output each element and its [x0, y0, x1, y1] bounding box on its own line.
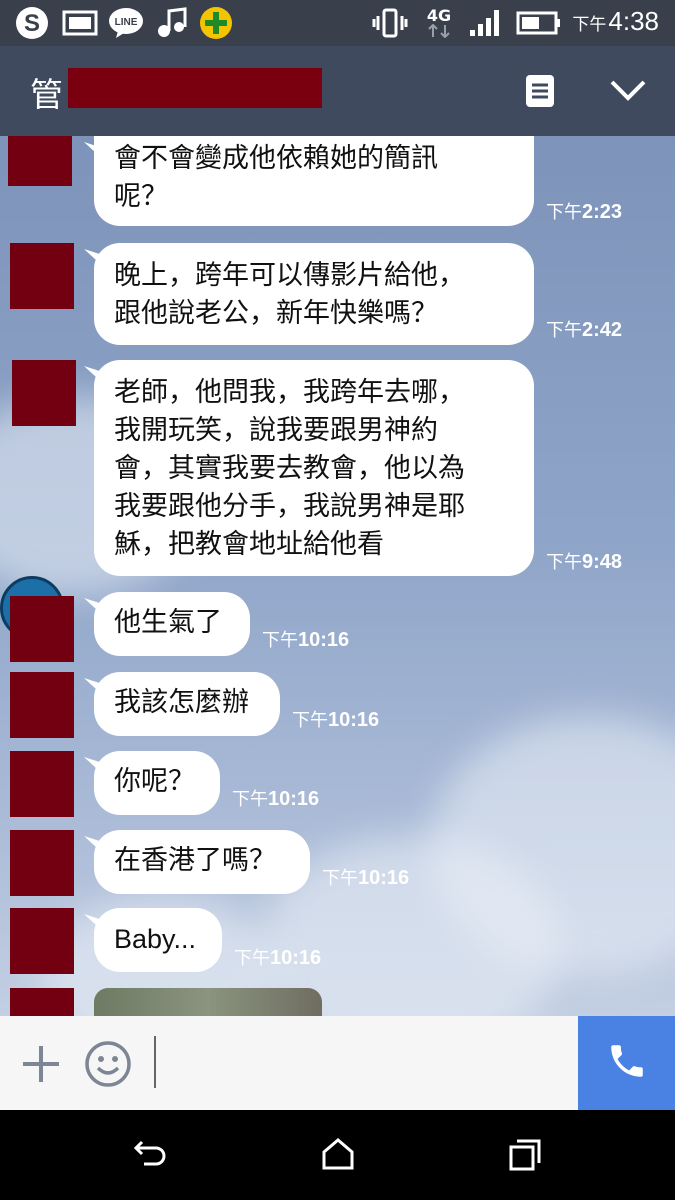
message-text: 你呢？ — [114, 766, 195, 797]
network-label: 4G — [426, 6, 452, 25]
status-bar: S LINE 4G 下午4:38 — [0, 0, 675, 46]
avatar[interactable] — [10, 243, 74, 309]
message-time: 下午10:16 — [322, 867, 410, 889]
avatar[interactable] — [10, 908, 74, 974]
skype-icon: S — [12, 7, 52, 39]
avatar[interactable] — [10, 596, 74, 662]
message-input[interactable] — [154, 1036, 156, 1088]
message-time: 下午10:16 — [292, 709, 380, 731]
notes-icon[interactable] — [524, 73, 556, 113]
recents-icon[interactable] — [508, 1138, 542, 1176]
navigation-bar — [0, 1110, 675, 1200]
message-bubble[interactable]: 你呢？ — [94, 751, 220, 815]
input-bar — [0, 1016, 675, 1110]
message-bubble[interactable]: 晚上，跨年可以傳影片給他， 跟他說老公，新年快樂嗎？ — [94, 243, 534, 345]
image-message[interactable] — [94, 988, 322, 1016]
chat-header: 管 — [0, 46, 675, 136]
avatar[interactable] — [10, 751, 74, 817]
title-redaction — [68, 68, 322, 108]
avatar[interactable] — [10, 988, 74, 1016]
svg-text:LINE: LINE — [115, 17, 138, 28]
back-icon[interactable] — [132, 1138, 168, 1176]
chat-area[interactable]: 會不會變成他依賴她的簡訊 呢？ 下午2:23 晚上，跨年可以傳影片給他， 跟他說… — [0, 136, 675, 1016]
phone-icon — [606, 1040, 648, 1086]
message-time: 下午2:23 — [546, 201, 623, 223]
message-time: 下午10:16 — [232, 788, 320, 810]
clock: 下午4:38 — [572, 6, 659, 36]
message-bubble[interactable]: 他生氣了 — [94, 592, 250, 656]
emoji-icon[interactable] — [84, 1040, 132, 1092]
chat-title[interactable]: 管 — [30, 68, 63, 116]
vibrate-icon — [370, 8, 410, 38]
avatar[interactable] — [8, 136, 72, 186]
battery-icon — [514, 8, 564, 38]
gallery-icon — [60, 8, 100, 38]
message-text: Baby... — [114, 924, 197, 954]
message-time: 下午10:16 — [234, 947, 322, 969]
message-text: 我該怎麼辦 — [114, 687, 249, 718]
call-button[interactable] — [578, 1016, 675, 1110]
signal-icon — [466, 8, 506, 38]
message-time: 下午9:48 — [546, 551, 623, 573]
svg-text:S: S — [24, 10, 40, 37]
avatar[interactable] — [10, 830, 74, 896]
message-bubble[interactable]: Baby... — [94, 908, 222, 972]
app-icon — [196, 7, 236, 39]
message-bubble[interactable]: 會不會變成他依賴她的簡訊 呢？ — [94, 136, 534, 226]
chevron-down-icon[interactable] — [608, 78, 648, 108]
message-text: 晚上，跨年可以傳影片給他， 跟他說老公，新年快樂嗎？ — [114, 260, 465, 329]
line-icon: LINE — [106, 8, 146, 38]
message-bubble[interactable]: 我該怎麼辦 — [94, 672, 280, 736]
message-bubble[interactable]: 老師，他問我，我跨年去哪， 我開玩笑，說我要跟男神約 會，其實我要去教會，他以為… — [94, 360, 534, 576]
network-4g-icon: 4G — [420, 8, 458, 38]
home-icon[interactable] — [320, 1136, 356, 1176]
message-text: 在香港了嗎？ — [114, 845, 276, 876]
message-time: 下午10:16 — [262, 629, 350, 651]
music-icon — [152, 7, 192, 38]
message-bubble[interactable]: 在香港了嗎？ — [94, 830, 310, 894]
avatar[interactable] — [10, 672, 74, 738]
avatar[interactable] — [12, 360, 76, 426]
plus-icon[interactable] — [20, 1043, 62, 1089]
message-text: 會不會變成他依賴她的簡訊 呢？ — [114, 143, 438, 212]
message-time: 下午2:42 — [546, 319, 623, 341]
message-text: 他生氣了 — [114, 607, 222, 638]
message-text: 老師，他問我，我跨年去哪， 我開玩笑，說我要跟男神約 會，其實我要去教會，他以為… — [114, 377, 465, 560]
